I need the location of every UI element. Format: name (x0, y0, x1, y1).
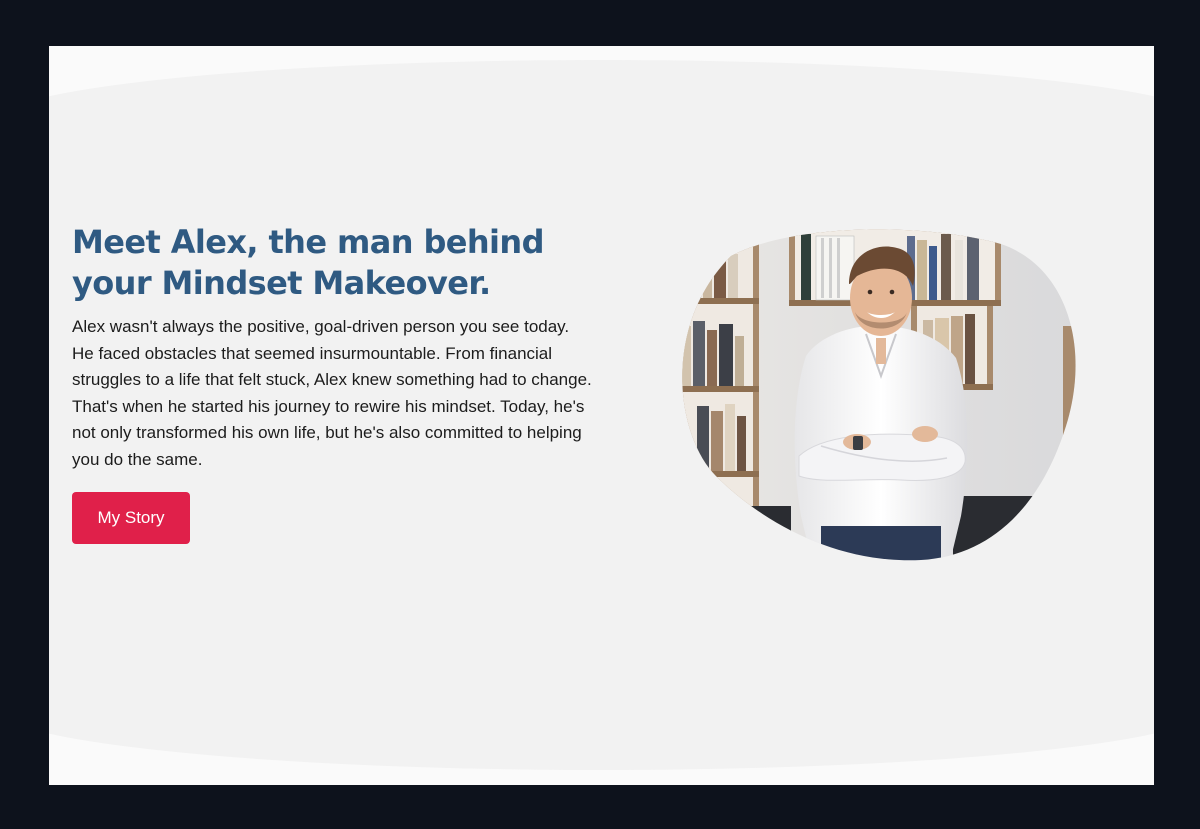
hero-headline: Meet Alex, the man behind your Mindset M… (72, 223, 545, 302)
hero-description: Alex wasn't always the positive, goal-dr… (72, 317, 592, 469)
my-story-button[interactable]: My Story (72, 491, 190, 544)
hero-content: Meet Alex, the man behind your Mindset M… (72, 222, 612, 544)
hero-section: Meet Alex, the man behind your Mindset M… (49, 46, 1154, 785)
alex-portrait-image (682, 229, 1076, 561)
